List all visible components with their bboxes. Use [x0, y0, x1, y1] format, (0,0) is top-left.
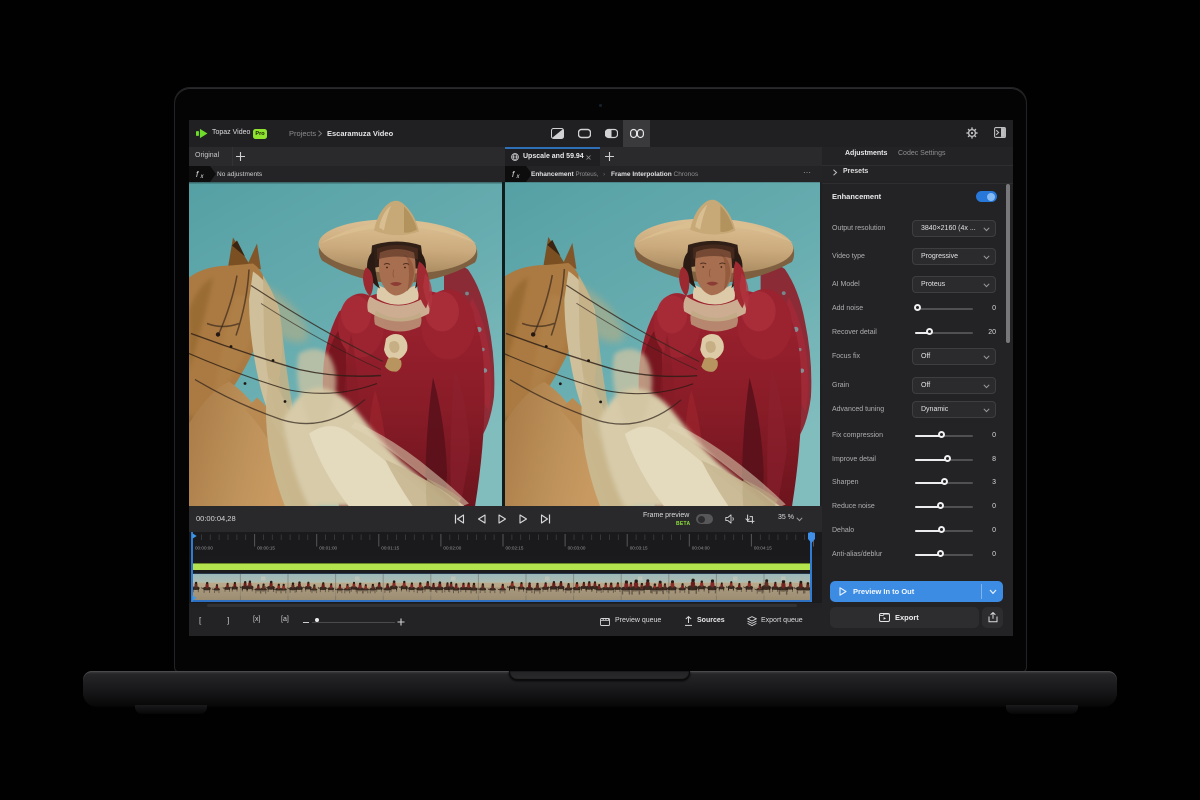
svg-text:00:04:15: 00:04:15	[754, 546, 772, 551]
svg-text:00:01:15: 00:01:15	[381, 546, 399, 551]
svg-text:00:03:00: 00:03:00	[568, 546, 586, 551]
svg-text:00:04:00: 00:04:00	[692, 546, 710, 551]
svg-text:00:00:15: 00:00:15	[257, 546, 275, 551]
svg-text:00:01:00: 00:01:00	[319, 546, 337, 551]
svg-text:00:02:15: 00:02:15	[506, 546, 524, 551]
svg-text:00:02:00: 00:02:00	[443, 546, 461, 551]
svg-text:00:00:00: 00:00:00	[195, 546, 213, 551]
svg-text:00:03:15: 00:03:15	[630, 546, 648, 551]
